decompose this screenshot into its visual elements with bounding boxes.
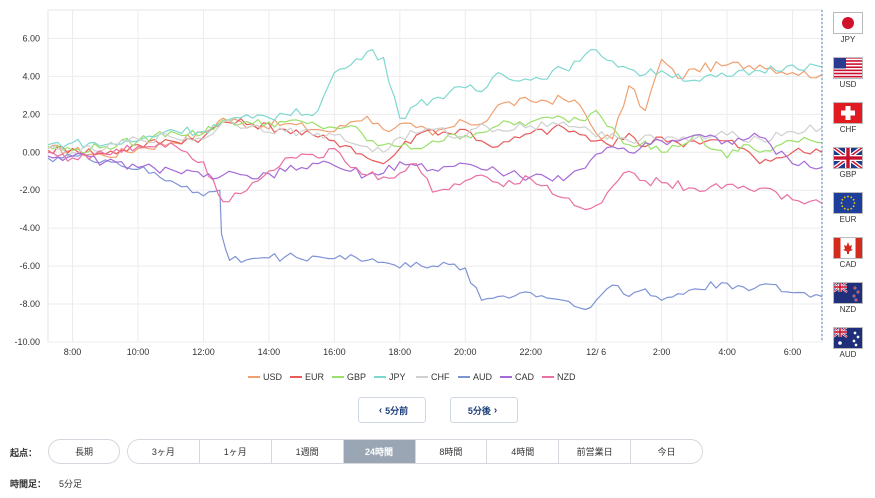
start-period-option[interactable]: 4時間 bbox=[487, 440, 560, 463]
currency-flag-label: NZD bbox=[839, 305, 857, 314]
legend-label-usd: USD bbox=[263, 372, 283, 382]
legend-label-nzd: NZD bbox=[557, 372, 576, 382]
legend-label-eur: EUR bbox=[305, 372, 325, 382]
y-tick-label: -10.00 bbox=[14, 337, 40, 347]
usd-flag-icon bbox=[833, 57, 863, 79]
x-tick-label: 16:00 bbox=[323, 347, 346, 357]
legend-label-cad: CAD bbox=[515, 372, 535, 382]
next-5min-button[interactable]: 5分後 › bbox=[450, 397, 518, 423]
legend-label-aud: AUD bbox=[473, 372, 493, 382]
start-period-option[interactable]: 3ヶ月 bbox=[128, 440, 200, 463]
start-period-option[interactable]: 前営業日 bbox=[559, 440, 632, 463]
start-period-option[interactable]: 1ヶ月 bbox=[199, 440, 272, 463]
y-tick-label: -4.00 bbox=[19, 223, 40, 233]
start-point-label: 起点： bbox=[10, 448, 38, 458]
y-tick-label: 6.00 bbox=[22, 33, 40, 43]
legend-label-jpy: JPY bbox=[389, 372, 406, 382]
interval-value: 5分足 bbox=[59, 479, 83, 489]
currency-flag-label: CHF bbox=[839, 125, 857, 134]
currency-flag-label: EUR bbox=[839, 215, 857, 224]
currency-flag-aud[interactable]: AUD bbox=[826, 325, 870, 369]
legend-label-gbp: GBP bbox=[347, 372, 366, 382]
start-period-option[interactable]: 1週間 bbox=[271, 440, 344, 463]
start-period-option[interactable]: 今日 bbox=[631, 440, 702, 463]
currency-flag-chf[interactable]: CHF bbox=[826, 100, 870, 144]
currency-flag-label: GBP bbox=[839, 170, 857, 179]
chart-area: 6.00 4.00 2.00 0.00 -2.00 -4.00 -6.00 -8.00 -10.… bbox=[0, 0, 875, 390]
y-tick-label: 2.00 bbox=[22, 109, 40, 119]
y-tick-label: -8.00 bbox=[19, 299, 40, 309]
currency-flag-label: CAD bbox=[839, 260, 857, 269]
prev-5min-label: 5分前 bbox=[385, 405, 409, 416]
currency-flag-label: USD bbox=[839, 80, 857, 89]
currency-flag-label: JPY bbox=[840, 35, 856, 44]
x-tick-label: 14:00 bbox=[258, 347, 281, 357]
eur-flag-icon bbox=[833, 192, 863, 214]
x-tick-label: 10:00 bbox=[127, 347, 150, 357]
x-tick-label: 22:00 bbox=[519, 347, 542, 357]
currency-flag-nzd[interactable]: NZD bbox=[826, 280, 870, 324]
prev-5min-button[interactable]: ‹ 5分前 bbox=[358, 397, 426, 423]
chevron-left-icon: ‹ bbox=[378, 404, 383, 416]
chf-flag-icon bbox=[833, 102, 863, 124]
plot-area bbox=[47, 9, 823, 343]
x-tick-label: 12/ 6 bbox=[586, 347, 606, 357]
x-tick-label: 8:00 bbox=[64, 347, 82, 357]
y-tick-label: -6.00 bbox=[19, 261, 40, 271]
gbp-flag-icon bbox=[833, 147, 863, 169]
x-tick-label: 12:00 bbox=[192, 347, 215, 357]
x-tick-label: 2:00 bbox=[653, 347, 671, 357]
currency-flag-cad[interactable]: CAD bbox=[826, 235, 870, 279]
currency-flag-panel: JPY USD CHF GBP EUR CAD NZD AUD bbox=[826, 10, 870, 365]
x-tick-label: 4:00 bbox=[718, 347, 736, 357]
x-tick-label: 18:00 bbox=[389, 347, 412, 357]
start-period-option[interactable]: 8時間 bbox=[415, 440, 488, 463]
currency-flag-label: AUD bbox=[839, 350, 857, 359]
chevron-right-icon: › bbox=[493, 404, 498, 416]
y-tick-label: 0.00 bbox=[22, 147, 40, 157]
interval-label: 時間足： bbox=[10, 479, 47, 489]
start-long-term-button[interactable]: 長期 bbox=[48, 439, 120, 464]
start-period-option[interactable]: 24時間 bbox=[343, 440, 416, 463]
next-5min-label: 5分後 bbox=[467, 405, 491, 416]
currency-flag-eur[interactable]: EUR bbox=[826, 190, 870, 234]
y-tick-label: 4.00 bbox=[22, 71, 40, 81]
nzd-flag-icon bbox=[833, 282, 863, 304]
currency-flag-jpy[interactable]: JPY bbox=[826, 10, 870, 54]
currency-flag-gbp[interactable]: GBP bbox=[826, 145, 870, 189]
start-period-selector: 3ヶ月 1ヶ月 1週間 24時間 8時間 4時間 前営業日 今日 bbox=[127, 439, 703, 464]
x-tick-label: 6:00 bbox=[784, 347, 802, 357]
fx-strength-chart: 6.00 4.00 2.00 0.00 -2.00 -4.00 -6.00 -8.00 -10.… bbox=[14, 9, 823, 382]
legend-label-chf: CHF bbox=[431, 372, 450, 382]
x-tick-label: 20:00 bbox=[454, 347, 477, 357]
y-tick-label: -2.00 bbox=[19, 185, 40, 195]
cad-flag-icon bbox=[833, 237, 863, 259]
jpy-flag-icon bbox=[833, 12, 863, 34]
aud-flag-icon bbox=[833, 327, 863, 349]
currency-flag-usd[interactable]: USD bbox=[826, 55, 870, 99]
